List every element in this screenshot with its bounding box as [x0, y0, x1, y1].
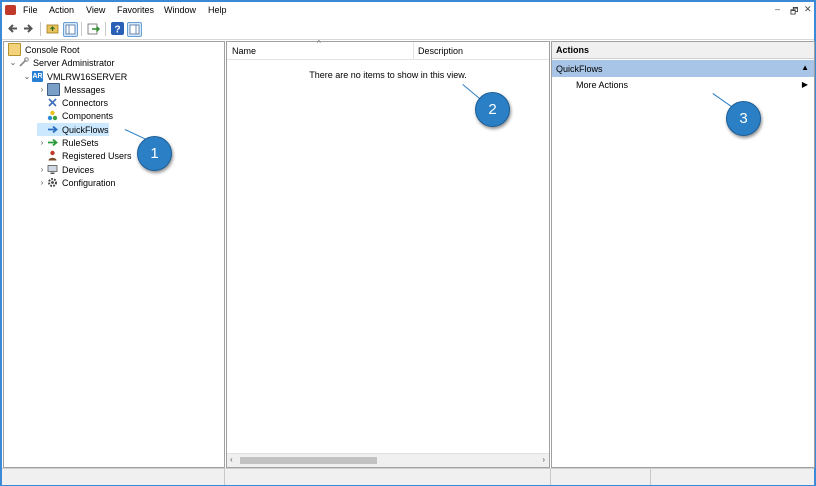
tree-label: Server Administrator	[33, 57, 115, 68]
toolbar: ?	[2, 19, 814, 40]
tree-item-server-administrator[interactable]: ⌄ Server Administrator	[8, 56, 115, 69]
menu-bar: File Action View Favorites Window Help –…	[2, 2, 814, 18]
tree-item-quickflows[interactable]: QuickFlows	[37, 123, 109, 136]
tree-item-configuration[interactable]: › Configuration	[37, 176, 116, 189]
tree-item-console-root[interactable]: Console Root	[8, 43, 80, 56]
collapse-up-icon[interactable]: ▲	[801, 63, 809, 72]
tree-label: Connectors	[62, 97, 109, 108]
chevron-right-icon[interactable]: ›	[37, 85, 47, 94]
callout-3: 3	[726, 101, 761, 136]
chevron-down-icon[interactable]: ⌄	[8, 58, 18, 67]
callout-1: 1	[137, 136, 172, 171]
up-folder-icon[interactable]	[46, 22, 59, 35]
forward-icon[interactable]	[22, 22, 35, 35]
export-list-icon[interactable]	[87, 22, 100, 35]
scroll-left-icon[interactable]: ‹	[230, 455, 233, 464]
components-icon	[47, 110, 58, 121]
toolbar-separator	[81, 22, 82, 36]
chevron-right-icon[interactable]: ›	[37, 138, 47, 147]
minimize-icon[interactable]: –	[775, 4, 780, 14]
sort-up-icon: ^	[317, 39, 321, 48]
tree-item-server[interactable]: ⌄ AR VMLRW16SERVER	[22, 70, 127, 83]
chevron-right-icon[interactable]: ›	[37, 178, 47, 187]
empty-view-message: There are no items to show in this view.	[309, 70, 467, 80]
wrench-icon	[18, 57, 29, 68]
menu-window[interactable]: Window	[164, 5, 196, 15]
menu-file[interactable]: File	[23, 5, 38, 15]
show-hide-action-pane-icon[interactable]	[127, 22, 142, 37]
actions-pane: Actions QuickFlows ▲ More Actions ▶	[551, 41, 815, 468]
tree-label: Components	[62, 110, 114, 121]
chevron-right-icon[interactable]: ›	[37, 165, 47, 174]
configuration-icon	[47, 177, 58, 188]
tree-item-registered-users[interactable]: Registered Users	[37, 149, 132, 162]
tree-item-rulesets[interactable]: › RuleSets	[37, 136, 99, 149]
menu-favorites[interactable]: Favorites	[117, 5, 154, 15]
help-icon[interactable]: ?	[111, 22, 124, 36]
messages-icon	[47, 83, 60, 96]
chevron-down-icon[interactable]: ⌄	[22, 72, 32, 81]
scroll-right-icon[interactable]: ›	[542, 455, 545, 464]
folder-icon	[8, 43, 21, 56]
column-header-name[interactable]: Name ^	[227, 39, 414, 60]
toolbar-separator	[40, 22, 41, 36]
app-icon	[5, 5, 16, 15]
status-bar	[2, 468, 814, 485]
menu-action[interactable]: Action	[49, 5, 74, 15]
action-more-actions[interactable]: More Actions ▶	[552, 80, 814, 93]
menu-view[interactable]: View	[86, 5, 105, 15]
rulesets-icon	[47, 137, 58, 148]
tree-item-connectors[interactable]: Connectors	[37, 96, 108, 109]
users-icon	[47, 150, 58, 161]
svg-text:?: ?	[115, 25, 121, 36]
devices-icon	[47, 164, 58, 175]
actions-section-quickflows[interactable]: QuickFlows ▲	[552, 60, 814, 77]
restore-icon[interactable]: 🗗	[790, 4, 798, 20]
tree-item-messages[interactable]: › Messages	[37, 83, 105, 96]
tree-label: RuleSets	[62, 137, 99, 148]
tree-label: Registered Users	[62, 150, 132, 161]
column-header-description[interactable]: Description	[414, 42, 549, 60]
tree-label: Console Root	[25, 44, 80, 55]
tree-label: Configuration	[62, 177, 116, 188]
actions-header: Actions	[552, 42, 814, 59]
server-icon: AR	[32, 71, 43, 82]
toolbar-separator	[105, 22, 106, 36]
back-icon[interactable]	[6, 22, 19, 35]
tree-label: VMLRW16SERVER	[47, 71, 128, 82]
scroll-thumb[interactable]	[240, 457, 377, 464]
submenu-arrow-icon: ▶	[801, 80, 808, 89]
callout-2: 2	[475, 92, 510, 127]
tree-label: Devices	[62, 164, 95, 175]
close-icon[interactable]: ✕	[804, 4, 812, 15]
mmc-window: File Action View Favorites Window Help –…	[0, 0, 816, 486]
quickflows-arrow-icon	[47, 124, 58, 135]
tree-item-components[interactable]: Components	[37, 109, 113, 122]
tree-label: Messages	[64, 84, 106, 95]
tree-item-devices[interactable]: › Devices	[37, 163, 94, 176]
horizontal-scrollbar[interactable]: ‹ ›	[227, 453, 549, 467]
menu-help[interactable]: Help	[208, 5, 227, 15]
tree-label: QuickFlows	[62, 124, 109, 135]
show-hide-tree-icon[interactable]	[63, 22, 78, 37]
console-tree: Console Root ⌄ Server Administrator ⌄ AR…	[3, 41, 225, 468]
connectors-icon	[47, 97, 58, 108]
